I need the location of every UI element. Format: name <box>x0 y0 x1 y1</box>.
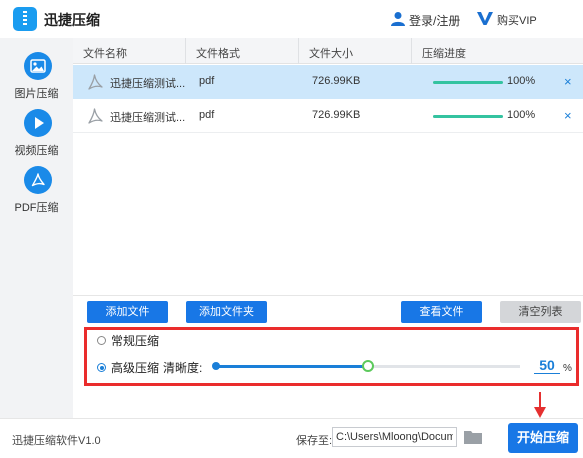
pdf-file-icon <box>88 74 103 90</box>
save-path-input[interactable] <box>332 427 457 447</box>
add-folder-button[interactable]: 添加文件夹 <box>186 301 267 323</box>
sidebar-item-label: 视频压缩 <box>14 145 59 157</box>
video-play-icon <box>24 109 52 137</box>
progress-bar <box>433 81 503 84</box>
column-divider <box>411 38 412 64</box>
compression-options-panel: 常规压缩 高级压缩 清晰度: 50 % <box>84 327 579 386</box>
file-size: 726.99KB <box>312 109 361 121</box>
file-size: 726.99KB <box>312 75 361 87</box>
footer-divider <box>0 418 583 419</box>
folder-icon[interactable] <box>464 430 482 444</box>
sidebar-item-label: PDF压缩 <box>14 202 59 214</box>
sidebar-item-video-compress[interactable]: 视频压缩 <box>0 109 73 169</box>
normal-compress-label[interactable]: 常规压缩 <box>111 332 159 349</box>
sidebar-item-pdf-compress[interactable]: PDF压缩 <box>0 166 73 226</box>
view-file-button[interactable]: 查看文件 <box>401 301 482 323</box>
advanced-compress-radio[interactable] <box>97 363 106 372</box>
table-row[interactable]: 迅捷压缩测试... pdf 726.99KB 100% × <box>73 65 583 99</box>
clear-list-button[interactable]: 清空列表 <box>500 301 581 323</box>
progress-bar <box>433 115 503 118</box>
save-to-label: 保存至: <box>296 435 333 447</box>
divider <box>73 295 583 296</box>
progress-fill <box>433 81 503 84</box>
app-title: 迅捷压缩 <box>44 12 100 28</box>
column-header-size: 文件大小 <box>309 48 353 60</box>
slider-start-dot <box>212 362 220 370</box>
column-divider <box>185 38 186 64</box>
title-bar: 迅捷压缩 登录/注册 购买VIP <box>0 0 583 38</box>
column-header-name: 文件名称 <box>83 48 127 60</box>
clarity-label: 清晰度: <box>163 361 203 375</box>
slider-thumb[interactable] <box>361 360 374 372</box>
clarity-value[interactable]: 50 <box>534 357 560 374</box>
table-row[interactable]: 迅捷压缩测试... pdf 726.99KB 100% × <box>73 99 583 133</box>
image-icon <box>24 52 52 80</box>
login-register-link[interactable]: 登录/注册 <box>409 12 460 29</box>
user-icon[interactable] <box>391 11 405 26</box>
remove-file-icon[interactable]: × <box>564 74 572 89</box>
app-version: 迅捷压缩软件V1.0 <box>12 435 101 447</box>
progress-percent: 100% <box>507 75 536 87</box>
add-file-button[interactable]: 添加文件 <box>87 301 168 323</box>
pdf-file-icon <box>88 108 103 124</box>
file-table-header: 文件名称 文件格式 文件大小 压缩进度 <box>73 38 583 64</box>
column-header-format: 文件格式 <box>196 48 240 60</box>
file-name: 迅捷压缩测试... <box>110 78 186 90</box>
file-name: 迅捷压缩测试... <box>110 112 186 124</box>
pdf-icon <box>24 166 52 194</box>
remove-file-icon[interactable]: × <box>564 108 572 123</box>
sidebar-item-label: 图片压缩 <box>14 88 59 100</box>
sidebar-item-image-compress[interactable]: 图片压缩 <box>0 52 73 112</box>
slider-fill <box>215 365 368 368</box>
column-header-progress: 压缩进度 <box>422 48 466 60</box>
progress-percent: 100% <box>507 109 536 121</box>
start-compress-button[interactable]: 开始压缩 <box>508 423 578 453</box>
vip-icon[interactable] <box>476 10 494 26</box>
progress-fill <box>433 115 503 118</box>
percent-unit: % <box>563 363 572 374</box>
normal-compress-radio[interactable] <box>97 336 106 345</box>
advanced-compress-label[interactable]: 高级压缩 <box>111 359 159 376</box>
column-divider <box>298 38 299 64</box>
app-logo-icon <box>13 7 37 31</box>
arrow-down-icon <box>534 392 546 418</box>
file-format: pdf <box>199 109 215 121</box>
sidebar: 图片压缩 视频压缩 PDF压缩 <box>0 38 73 418</box>
clarity-slider[interactable] <box>212 360 520 372</box>
file-format: pdf <box>199 75 215 87</box>
buy-vip-link[interactable]: 购买VIP <box>497 12 537 28</box>
